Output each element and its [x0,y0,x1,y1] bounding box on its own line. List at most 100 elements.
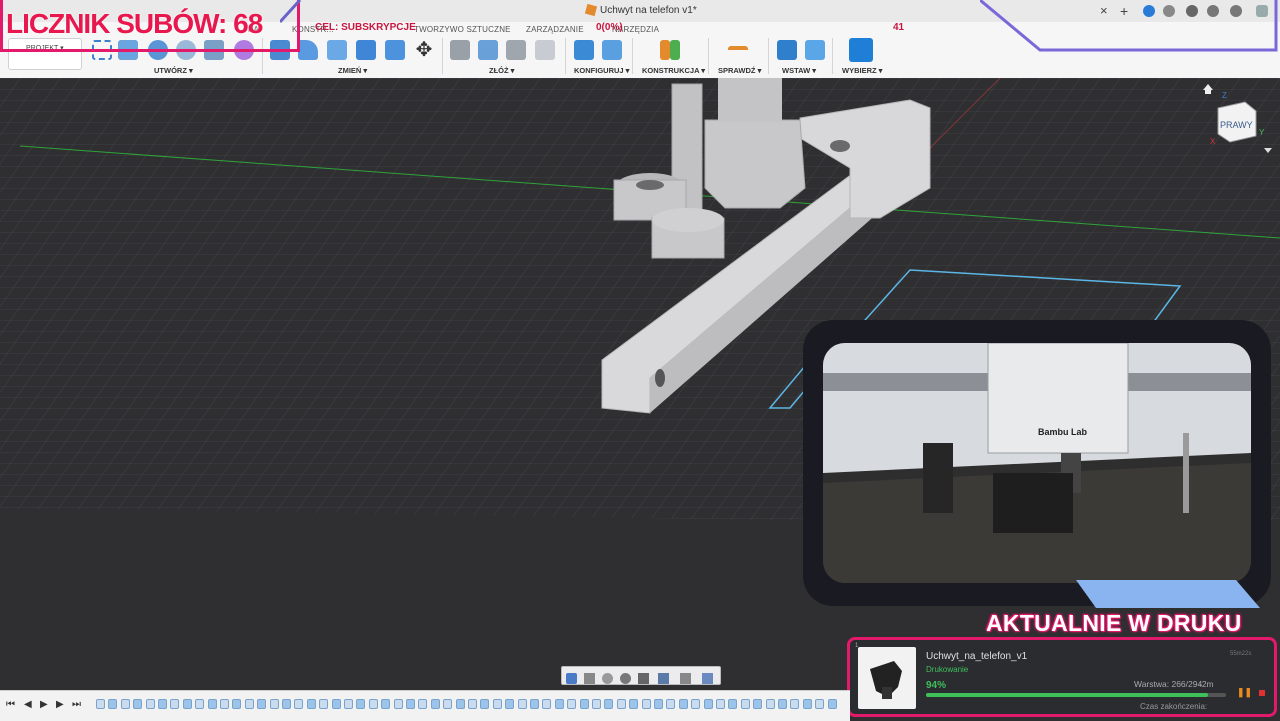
combine-icon[interactable] [385,40,405,60]
timeline-feature-icon[interactable] [827,699,837,709]
grid-settings-icon[interactable] [680,673,691,684]
timeline-feature-icon[interactable] [517,699,527,709]
timeline-feature-icon[interactable] [740,699,750,709]
look-at-icon[interactable] [584,673,595,684]
timeline-feature-icon[interactable] [716,699,725,709]
stop-icon[interactable] [1259,690,1265,696]
configure-table-icon[interactable] [602,40,622,60]
pan-icon[interactable] [602,673,613,684]
group-modify-label[interactable]: ZMIEŃ ▾ [338,66,367,75]
offset-plane-icon[interactable] [660,40,670,60]
timeline-feature-icon[interactable] [294,699,304,709]
timeline-feature-icon[interactable] [778,699,787,709]
timeline-feature-icon[interactable] [666,699,676,709]
timeline-feature-icon[interactable] [406,699,415,709]
fit-icon[interactable] [638,673,649,684]
viewports-icon[interactable] [702,673,713,684]
tab-manage[interactable]: ZARZĄDZANIE [526,25,584,34]
timeline-feature-icon[interactable] [381,699,391,709]
timeline-feature-icon[interactable] [418,699,428,709]
as-built-joint-icon[interactable] [506,40,526,60]
timeline-feature-icon[interactable] [629,699,639,709]
group-insert-label[interactable]: WSTAW ▾ [782,66,816,75]
timeline-feature-icon[interactable] [703,699,713,709]
timeline-feature-icon[interactable] [108,699,118,709]
group-configure-label[interactable]: KONFIGURUJ ▾ [574,66,629,75]
configure-icon[interactable] [574,40,594,60]
timeline-feature-icon[interactable] [331,699,341,709]
orbit-icon[interactable] [566,673,577,684]
joint-icon[interactable] [478,40,498,60]
timeline-feature-icon[interactable] [592,699,601,709]
timeline-feature-icon[interactable] [554,699,564,709]
timeline-feature-icon[interactable] [753,699,763,709]
timeline-feature-icon[interactable] [678,699,688,709]
timeline-play-icon[interactable]: ▶ [40,699,48,710]
pause-icon[interactable]: ❚❚ [1237,687,1252,698]
shell-icon[interactable] [356,40,376,60]
timeline-feature-icon[interactable] [232,699,242,709]
insert-derive-icon[interactable] [777,40,797,60]
timeline-feature-icon[interactable] [158,699,167,709]
timeline-next-icon[interactable]: ▶ [56,699,64,710]
measure-icon[interactable] [728,46,748,60]
timeline-feature-icon[interactable] [455,699,465,709]
timeline-feature-icon[interactable] [654,699,663,709]
timeline-feature-icon[interactable] [319,699,329,709]
timeline-feature-icon[interactable] [182,699,192,709]
timeline-feature-icon[interactable] [368,699,378,709]
timeline-feature-icon[interactable] [542,699,552,709]
timeline-feature-icon[interactable] [530,699,539,709]
timeline-feature-icon[interactable] [220,699,229,709]
display-settings-icon[interactable] [658,673,669,684]
group-construct-label[interactable]: KONSTRUKCJA ▾ [642,66,705,75]
timeline-feature-icon[interactable] [344,699,353,709]
timeline-feature-icon[interactable] [257,699,267,709]
tab-plastic[interactable]: TWORZYWO SZTUCZNE [414,25,511,34]
timeline-feature-icon[interactable] [443,699,453,709]
timeline-feature-icon[interactable] [815,699,825,709]
new-component-icon[interactable] [450,40,470,60]
insert-canvas-icon[interactable] [805,40,825,60]
timeline-last-icon[interactable]: ⏭ [72,699,81,710]
timeline-feature-icon[interactable] [195,699,205,709]
timeline-feature-icon[interactable] [356,699,366,709]
select-icon[interactable] [849,38,873,62]
timeline-feature-icon[interactable] [133,699,143,709]
timeline-feature-icon[interactable] [802,699,812,709]
timeline-first-icon[interactable]: ⏮ [6,699,15,710]
group-select-label[interactable]: WYBIERZ ▾ [842,66,882,75]
timeline-steps[interactable] [96,699,846,711]
zoom-icon[interactable] [620,673,631,684]
timeline-feature-icon[interactable] [641,699,651,709]
joint-origin-icon[interactable] [535,40,555,60]
timeline-feature-icon[interactable] [96,699,105,709]
group-assemble-label[interactable]: ZŁÓŻ ▾ [489,66,514,75]
timeline-feature-icon[interactable] [616,699,626,709]
chamfer-icon[interactable] [327,40,347,60]
timeline-feature-icon[interactable] [145,699,155,709]
timeline-feature-icon[interactable] [282,699,291,709]
timeline-feature-icon[interactable] [765,699,775,709]
timeline-feature-icon[interactable] [790,699,800,709]
timeline-feature-icon[interactable] [430,699,440,709]
timeline-feature-icon[interactable] [480,699,490,709]
timeline-prev-icon[interactable]: ◀ [24,699,32,710]
timeline-feature-icon[interactable] [579,699,589,709]
group-create-label[interactable]: UTWÓRZ ▾ [154,66,193,75]
timeline-feature-icon[interactable] [170,699,180,709]
timeline-feature-icon[interactable] [120,699,130,709]
timeline-feature-icon[interactable] [207,699,217,709]
timeline-feature-icon[interactable] [269,699,279,709]
group-inspect-label[interactable]: SPRAWDŹ ▾ [718,66,761,75]
timeline-feature-icon[interactable] [567,699,577,709]
timeline-feature-icon[interactable] [728,699,738,709]
timeline-feature-icon[interactable] [244,699,254,709]
timeline-feature-icon[interactable] [393,699,403,709]
move-icon[interactable]: ✥ [414,40,434,60]
timeline-feature-icon[interactable] [468,699,477,709]
timeline-feature-icon[interactable] [505,699,515,709]
timeline-feature-icon[interactable] [492,699,502,709]
timeline-feature-icon[interactable] [306,699,316,709]
timeline-feature-icon[interactable] [691,699,701,709]
